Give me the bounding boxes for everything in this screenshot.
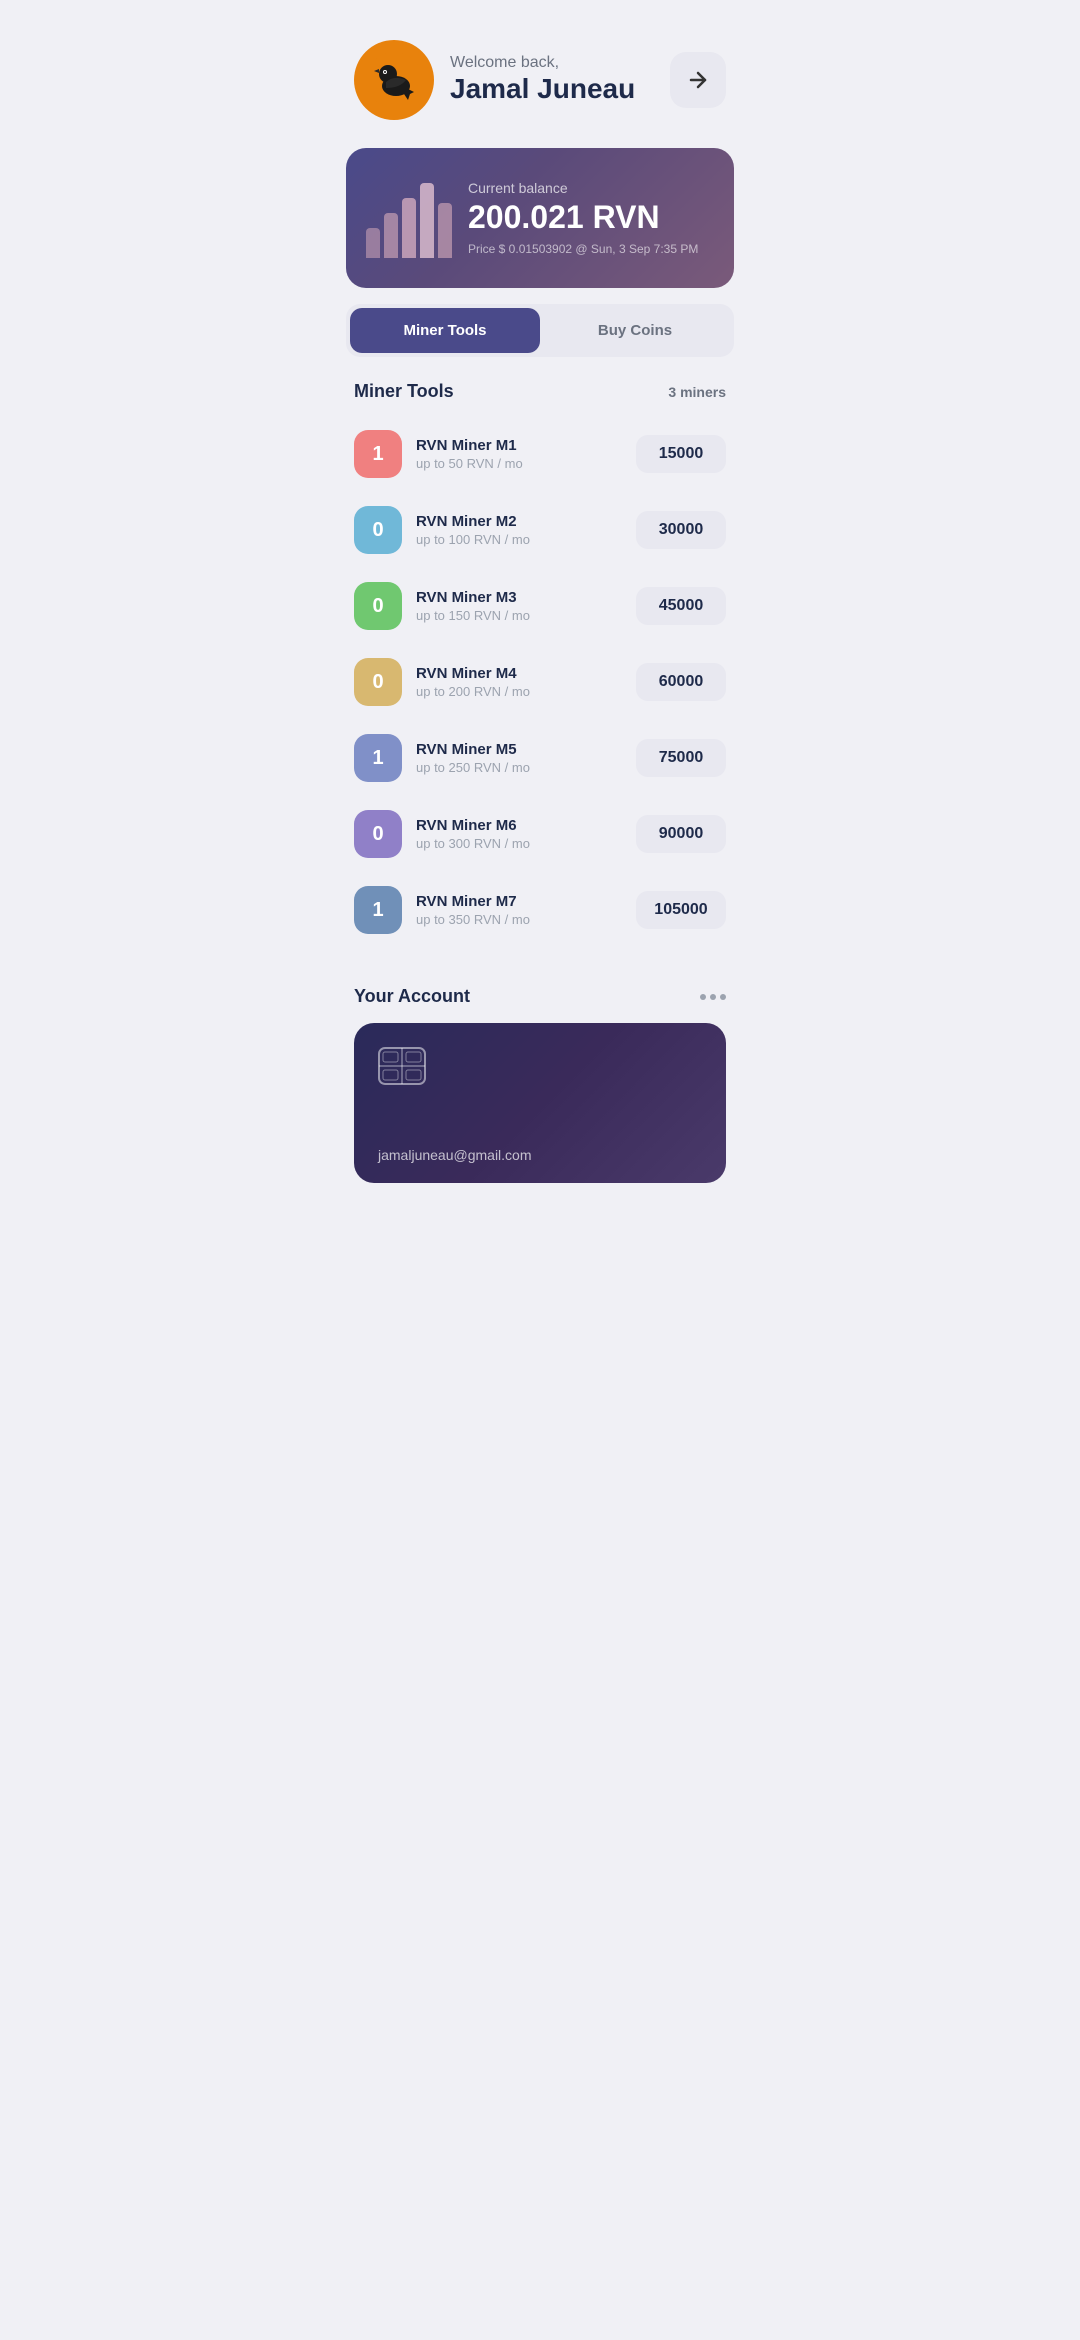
miner-item[interactable]: 0 RVN Miner M6 up to 300 RVN / mo 90000 bbox=[346, 798, 734, 870]
card-icon bbox=[378, 1047, 426, 1087]
miner-info: RVN Miner M5 up to 250 RVN / mo bbox=[416, 741, 622, 775]
miner-info: RVN Miner M4 up to 200 RVN / mo bbox=[416, 665, 622, 699]
tab-buy-coins[interactable]: Buy Coins bbox=[540, 308, 730, 353]
dot-2 bbox=[710, 994, 716, 1000]
welcome-label: Welcome back, bbox=[450, 54, 654, 72]
miner-list: 1 RVN Miner M1 up to 50 RVN / mo 15000 0… bbox=[330, 418, 750, 946]
miner-name: RVN Miner M3 bbox=[416, 589, 622, 606]
miner-description: up to 150 RVN / mo bbox=[416, 608, 622, 623]
miner-name: RVN Miner M7 bbox=[416, 893, 622, 910]
dot-1 bbox=[700, 994, 706, 1000]
miner-price: 105000 bbox=[636, 891, 726, 929]
balance-amount: 200.021 RVN bbox=[468, 200, 710, 235]
miner-price: 45000 bbox=[636, 587, 726, 625]
miner-badge: 0 bbox=[354, 582, 402, 630]
miner-item[interactable]: 0 RVN Miner M3 up to 150 RVN / mo 45000 bbox=[346, 570, 734, 642]
miner-badge: 0 bbox=[354, 810, 402, 858]
arrow-right-icon bbox=[686, 68, 710, 92]
chart-bar bbox=[438, 203, 452, 258]
miner-name: RVN Miner M6 bbox=[416, 817, 622, 834]
miner-price: 90000 bbox=[636, 815, 726, 853]
chart-bar bbox=[384, 213, 398, 258]
balance-card: Current balance 200.021 RVN Price $ 0.01… bbox=[346, 148, 734, 288]
section-header: Miner Tools 3 miners bbox=[330, 373, 750, 418]
miner-description: up to 250 RVN / mo bbox=[416, 760, 622, 775]
avatar-icon bbox=[364, 50, 424, 110]
chart-bar bbox=[402, 198, 416, 258]
miner-badge: 0 bbox=[354, 506, 402, 554]
miner-description: up to 300 RVN / mo bbox=[416, 836, 622, 851]
miner-name: RVN Miner M1 bbox=[416, 437, 622, 454]
account-section: Your Account jamaljuneau@gmail.com bbox=[330, 966, 750, 1183]
nav-arrow-button[interactable] bbox=[670, 52, 726, 108]
account-header: Your Account bbox=[354, 986, 726, 1007]
miner-name: RVN Miner M4 bbox=[416, 665, 622, 682]
miner-item[interactable]: 1 RVN Miner M1 up to 50 RVN / mo 15000 bbox=[346, 418, 734, 490]
miner-info: RVN Miner M2 up to 100 RVN / mo bbox=[416, 513, 622, 547]
miner-name: RVN Miner M2 bbox=[416, 513, 622, 530]
avatar bbox=[354, 40, 434, 120]
miner-description: up to 100 RVN / mo bbox=[416, 532, 622, 547]
balance-info: Current balance 200.021 RVN Price $ 0.01… bbox=[468, 180, 710, 255]
miner-item[interactable]: 1 RVN Miner M5 up to 250 RVN / mo 75000 bbox=[346, 722, 734, 794]
miner-info: RVN Miner M6 up to 300 RVN / mo bbox=[416, 817, 622, 851]
dot-3 bbox=[720, 994, 726, 1000]
miner-price: 30000 bbox=[636, 511, 726, 549]
tab-miner-tools[interactable]: Miner Tools bbox=[350, 308, 540, 353]
miner-name: RVN Miner M5 bbox=[416, 741, 622, 758]
page: Welcome back, Jamal Juneau Current balan… bbox=[330, 0, 750, 2340]
account-card: jamaljuneau@gmail.com bbox=[354, 1023, 726, 1183]
miner-item[interactable]: 1 RVN Miner M7 up to 350 RVN / mo 105000 bbox=[346, 874, 734, 946]
miner-badge: 1 bbox=[354, 430, 402, 478]
miner-price: 15000 bbox=[636, 435, 726, 473]
account-title: Your Account bbox=[354, 986, 470, 1007]
card-email: jamaljuneau@gmail.com bbox=[378, 1147, 532, 1163]
chart-visual bbox=[366, 178, 452, 258]
miner-description: up to 350 RVN / mo bbox=[416, 912, 622, 927]
miner-item[interactable]: 0 RVN Miner M4 up to 200 RVN / mo 60000 bbox=[346, 646, 734, 718]
username: Jamal Juneau bbox=[450, 72, 654, 106]
miner-info: RVN Miner M7 up to 350 RVN / mo bbox=[416, 893, 622, 927]
miner-price: 60000 bbox=[636, 663, 726, 701]
miner-description: up to 200 RVN / mo bbox=[416, 684, 622, 699]
miner-info: RVN Miner M1 up to 50 RVN / mo bbox=[416, 437, 622, 471]
dots-menu-button[interactable] bbox=[700, 994, 726, 1000]
miner-item[interactable]: 0 RVN Miner M2 up to 100 RVN / mo 30000 bbox=[346, 494, 734, 566]
miner-badge: 1 bbox=[354, 886, 402, 934]
tabs-container: Miner Tools Buy Coins bbox=[346, 304, 734, 357]
chart-bar bbox=[366, 228, 380, 258]
miner-info: RVN Miner M3 up to 150 RVN / mo bbox=[416, 589, 622, 623]
balance-label: Current balance bbox=[468, 180, 710, 196]
header: Welcome back, Jamal Juneau bbox=[330, 0, 750, 140]
chart-bar bbox=[420, 183, 434, 258]
balance-price: Price $ 0.01503902 @ Sun, 3 Sep 7:35 PM bbox=[468, 242, 710, 256]
miner-price: 75000 bbox=[636, 739, 726, 777]
section-title: Miner Tools bbox=[354, 381, 454, 402]
miner-badge: 1 bbox=[354, 734, 402, 782]
miner-badge: 0 bbox=[354, 658, 402, 706]
miners-count: 3 miners bbox=[668, 384, 726, 400]
header-text: Welcome back, Jamal Juneau bbox=[450, 54, 654, 106]
miner-description: up to 50 RVN / mo bbox=[416, 456, 622, 471]
